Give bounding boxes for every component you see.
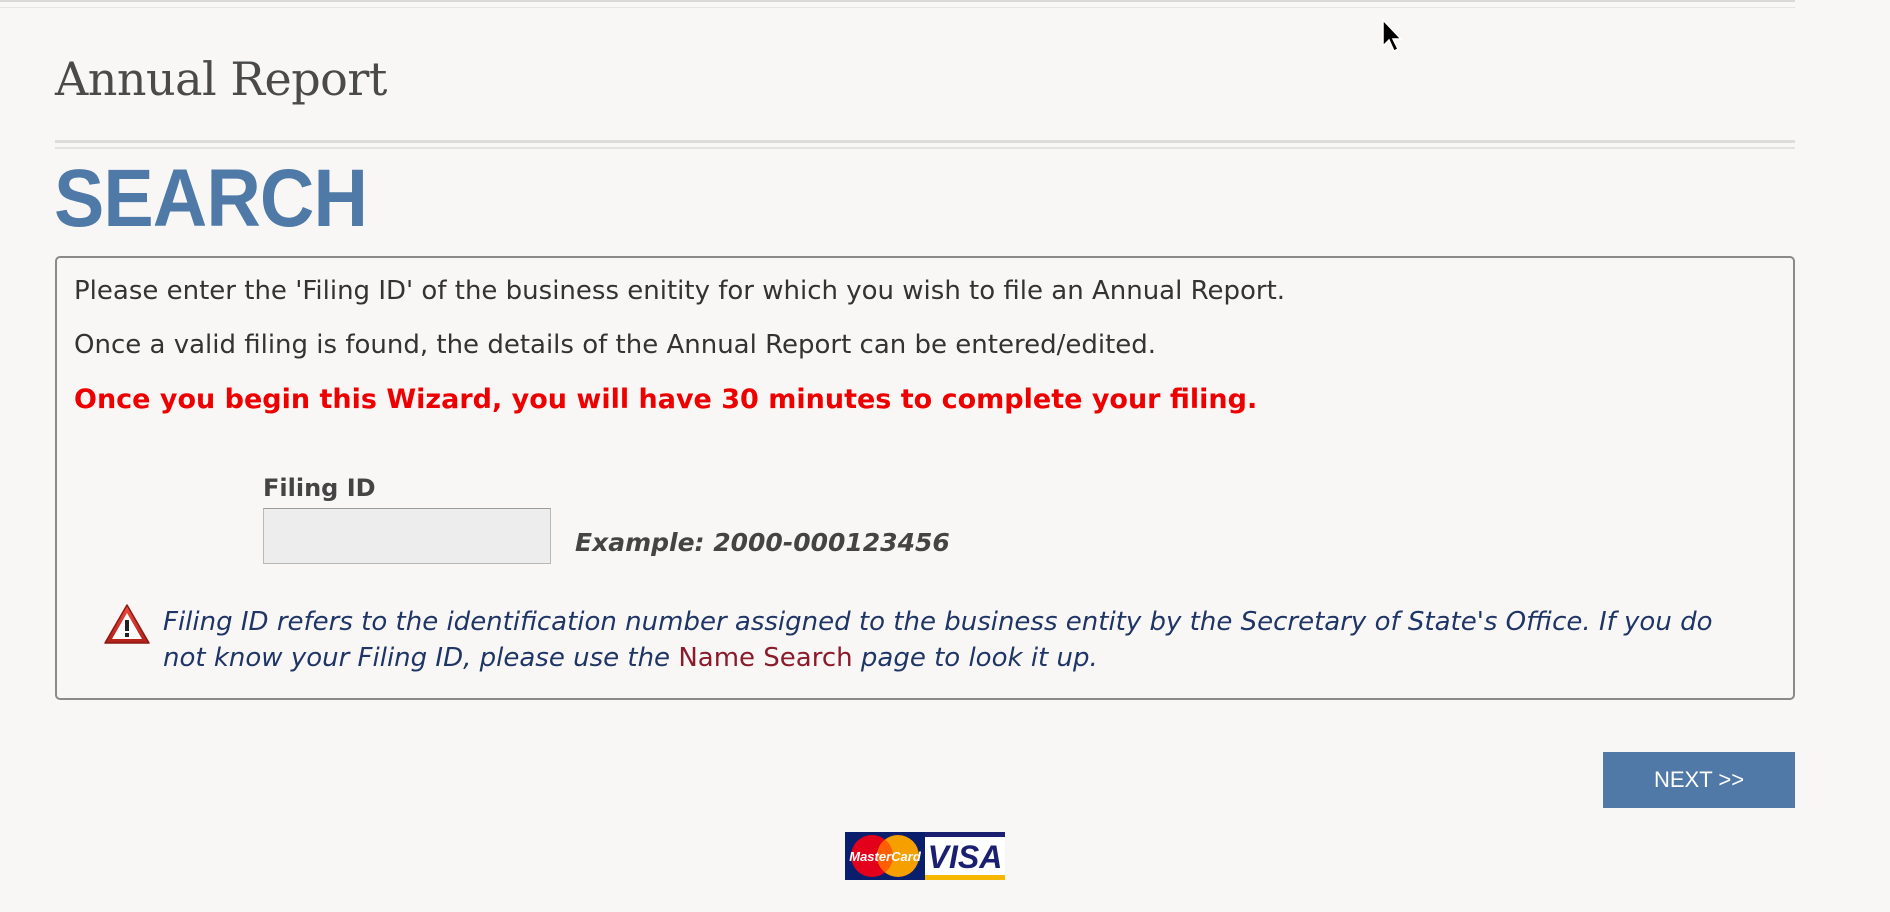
page: Annual Report SEARCH Please enter the 'F… [0, 0, 1890, 912]
filing-id-input[interactable] [263, 508, 551, 564]
filing-id-label: Filing ID [263, 474, 376, 502]
next-button[interactable]: NEXT >> [1603, 752, 1795, 808]
title-divider [55, 140, 1795, 149]
filing-id-example: Example: 2000-000123456 [575, 528, 950, 557]
page-title: Annual Report [55, 52, 387, 106]
section-heading: SEARCH [54, 153, 368, 244]
mouse-pointer-icon [1382, 18, 1403, 53]
help-text-end: page to look it up. [852, 643, 1098, 673]
svg-text:VISA: VISA [928, 839, 1003, 875]
filing-id-help-text: Filing ID refers to the identification n… [163, 604, 1723, 676]
warning-triangle-icon [104, 604, 150, 644]
payment-cards-logo: MasterCard VISA [845, 832, 1005, 880]
name-search-link[interactable]: Name Search [678, 643, 852, 673]
svg-text:MasterCard: MasterCard [849, 849, 922, 864]
search-panel: Please enter the 'Filing ID' of the busi… [55, 256, 1795, 700]
visa-logo: VISA [925, 832, 1005, 880]
time-limit-warning: Once you begin this Wizard, you will hav… [74, 384, 1258, 415]
top-divider [0, 0, 1795, 8]
mastercard-logo: MasterCard [845, 832, 925, 880]
intro-text-1: Please enter the 'Filing ID' of the busi… [74, 276, 1286, 306]
intro-text-2: Once a valid filing is found, the detail… [74, 330, 1157, 360]
